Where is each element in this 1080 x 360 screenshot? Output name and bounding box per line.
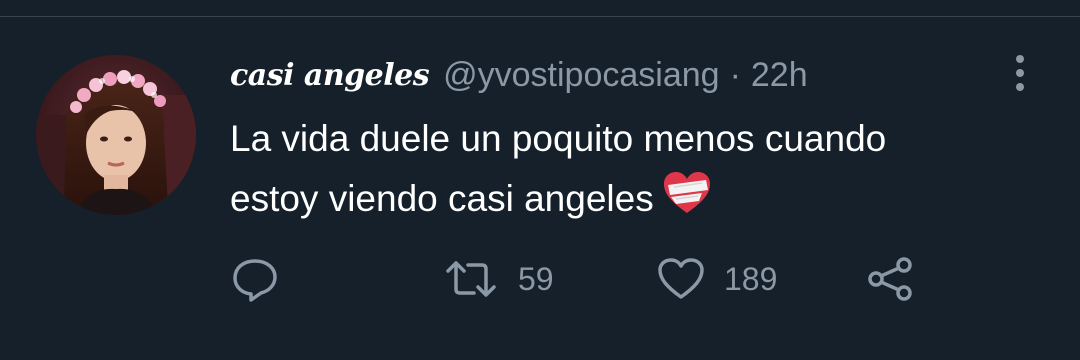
- separator-dot: ·: [729, 55, 741, 94]
- tweet-text-line: La vida duele un poquito menos cuando: [230, 118, 887, 159]
- retweet-count: 59: [518, 260, 554, 297]
- like-count: 189: [724, 260, 778, 297]
- retweet-icon: [442, 255, 500, 303]
- mending-heart-emoji-icon: [662, 171, 712, 233]
- timestamp[interactable]: 22h: [751, 56, 808, 95]
- share-button[interactable]: [866, 255, 934, 303]
- share-icon: [866, 255, 916, 303]
- avatar[interactable]: [36, 55, 196, 215]
- tweet-card[interactable]: casi angeles @yvostipocasiang · 22h La v…: [0, 17, 1080, 360]
- retweet-button[interactable]: 59: [442, 255, 554, 303]
- tweet-header: casi angeles @yvostipocasiang · 22h: [230, 51, 808, 99]
- display-name[interactable]: casi angeles: [230, 58, 430, 93]
- tweet-text-line-content: estoy viendo casi angeles: [230, 178, 654, 219]
- like-button[interactable]: 189: [656, 255, 777, 303]
- tweet-text: La vida duele un poquito menos cuando es…: [230, 109, 1050, 233]
- more-options-icon[interactable]: [1004, 51, 1036, 95]
- reply-icon: [230, 255, 280, 303]
- tweet-actions: 59 189: [230, 255, 930, 303]
- tweet-text-line: estoy viendo casi angeles: [230, 169, 1050, 233]
- heart-icon: [656, 255, 706, 303]
- user-handle[interactable]: @yvostipocasiang: [443, 56, 719, 95]
- reply-button[interactable]: [230, 255, 298, 303]
